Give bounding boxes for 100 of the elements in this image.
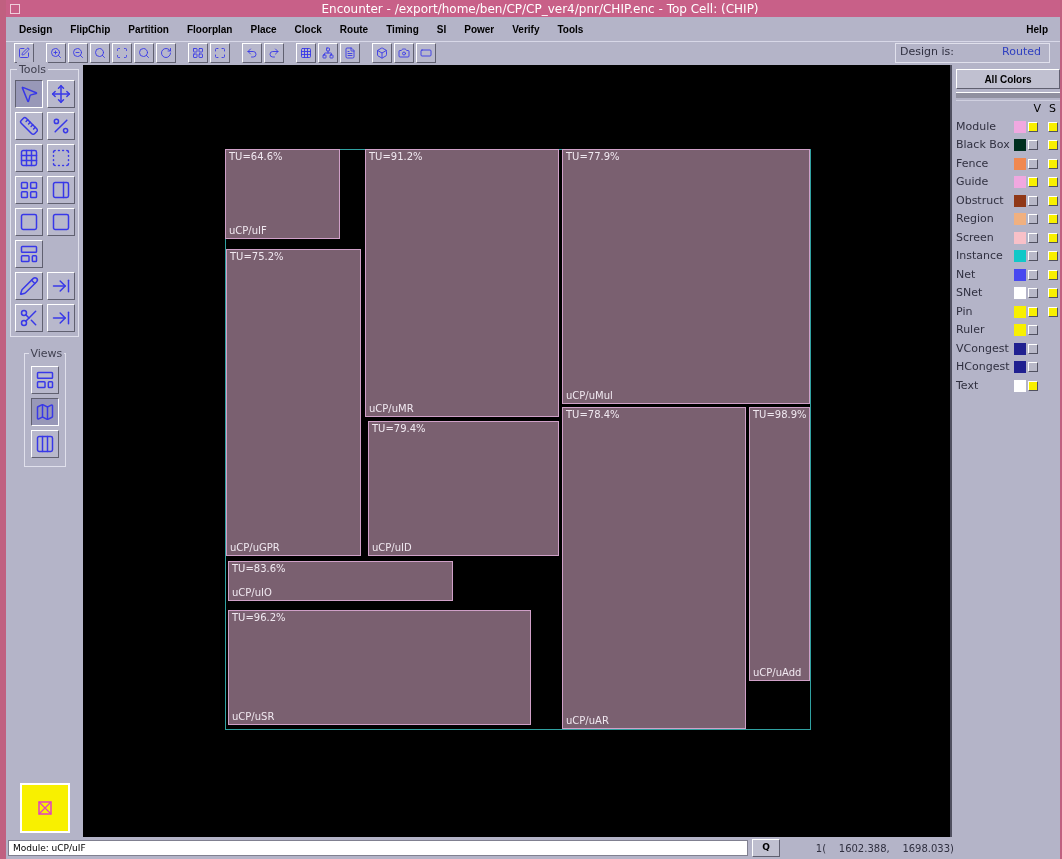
search-icon — [138, 46, 150, 59]
scroll-bar[interactable] — [956, 92, 1060, 98]
checkbox[interactable] — [1048, 251, 1058, 262]
checkbox[interactable] — [1048, 214, 1058, 225]
color-swatch[interactable] — [1014, 157, 1026, 170]
rectangle-icon — [420, 46, 432, 59]
color-swatch[interactable] — [1014, 305, 1026, 318]
color-swatch[interactable] — [1014, 268, 1026, 281]
menu-item[interactable]: SI — [427, 21, 456, 37]
color-swatch[interactable] — [1014, 213, 1026, 226]
visible-column-header: V — [1033, 101, 1041, 117]
color-swatch[interactable] — [1014, 176, 1026, 189]
menu-item[interactable]: Floorplan — [177, 21, 242, 37]
map-icon — [34, 402, 55, 422]
checkbox[interactable] — [1048, 306, 1058, 317]
tool-button[interactable] — [30, 398, 59, 426]
module-block[interactable]: TU=75.2% uCP/uGPR — [226, 249, 361, 556]
checkbox[interactable] — [1028, 380, 1038, 391]
layer-preview[interactable] — [19, 783, 70, 833]
menu-item[interactable]: Design — [10, 21, 62, 37]
menu-item[interactable]: Power — [455, 21, 504, 37]
menu-item[interactable]: Verify — [503, 21, 549, 37]
selectable-column-header: S — [1049, 101, 1056, 117]
all-colors-button[interactable]: All Colors — [956, 69, 1060, 89]
checkbox[interactable] — [1028, 362, 1038, 373]
checkbox[interactable] — [1028, 195, 1038, 206]
color-swatch[interactable] — [1014, 287, 1026, 300]
grid-icon — [19, 148, 39, 168]
grid-icon — [300, 46, 312, 59]
menu-item[interactable]: Route — [330, 21, 378, 37]
checkbox[interactable] — [1048, 195, 1058, 206]
checkbox[interactable] — [1028, 214, 1038, 225]
menu-item[interactable]: Help — [1018, 21, 1056, 37]
layer-label: Obstruct — [956, 192, 1005, 209]
checkbox[interactable] — [1048, 158, 1058, 169]
menu-item[interactable]: Partition — [119, 21, 178, 37]
layout-canvas[interactable]: TU=64.6% uCP/uIF TU=91.2% uCP/uMR TU=77.9% uCP/uMul TU=75.2% uCP/uGPR TU=79.4% uCP/uID TU=78.4% uCP/uAR TU=98.9% uCP/uAdd TU=83.6% uCP/uIO TU=96.2% uCP/uSR — [83, 65, 950, 837]
color-swatch[interactable] — [1014, 139, 1026, 152]
query-button[interactable]: Q — [752, 839, 780, 857]
checkbox[interactable] — [1028, 232, 1038, 243]
status-message-field[interactable]: Module: uCP/uIF — [8, 840, 748, 856]
window-icon — [214, 46, 226, 59]
layout-icon — [19, 244, 39, 264]
network-icon — [322, 46, 334, 59]
checkbox[interactable] — [1048, 288, 1058, 299]
ruler-icon — [19, 116, 39, 136]
layer-label: Screen — [956, 229, 995, 246]
color-swatch[interactable] — [1014, 379, 1026, 392]
checkbox[interactable] — [1028, 325, 1038, 336]
menu-item[interactable]: FlipChip — [61, 21, 120, 37]
checkbox[interactable] — [1028, 343, 1038, 354]
color-swatch[interactable] — [1014, 231, 1026, 244]
design-status-value: Routed — [1001, 44, 1042, 61]
module-block[interactable]: TU=96.2% uCP/uSR — [228, 610, 531, 725]
menu-item[interactable]: Clock — [285, 21, 331, 37]
module-block[interactable]: TU=83.6% uCP/uIO — [228, 561, 453, 601]
window-menu-icon[interactable] — [10, 3, 20, 14]
window-title: Encounter - /export/home/ben/CP/CP_ver4/pnr/CHIP.enc - Top Cell: (CHIP) — [320, 0, 760, 18]
menu-item[interactable]: Tools — [548, 21, 593, 37]
checkbox[interactable] — [1048, 140, 1058, 151]
menu-item[interactable]: Timing — [377, 21, 428, 37]
coordinates-display: 1( 1602.388, 1698.033) — [814, 841, 954, 856]
module-block[interactable]: TU=91.2% uCP/uMR — [365, 149, 559, 417]
checkbox[interactable] — [1028, 121, 1038, 132]
checkbox[interactable] — [1028, 177, 1038, 188]
color-swatch[interactable] — [1014, 250, 1026, 263]
menu-item[interactable]: Place — [241, 21, 286, 37]
grid-icon — [19, 180, 39, 200]
module-block[interactable]: TU=64.6% uCP/uIF — [225, 149, 340, 239]
move-icon — [50, 84, 71, 104]
module-block[interactable]: TU=98.9% uCP/uAdd — [749, 407, 810, 681]
color-swatch[interactable] — [1014, 194, 1026, 207]
checkbox[interactable] — [1028, 251, 1038, 262]
module-name: uCP/uGPR — [230, 542, 281, 554]
checkbox[interactable] — [1028, 140, 1038, 151]
checkbox[interactable] — [1028, 158, 1038, 169]
checkbox[interactable] — [1048, 269, 1058, 280]
utilization-label: TU=91.2% — [369, 151, 424, 163]
color-swatch[interactable] — [1014, 120, 1026, 133]
checkbox[interactable] — [1048, 232, 1058, 243]
utilization-label: TU=79.4% — [372, 423, 427, 435]
checkbox[interactable] — [1028, 306, 1038, 317]
refresh-icon — [160, 46, 172, 59]
tool-button[interactable] — [15, 80, 43, 108]
color-swatch[interactable] — [1014, 324, 1026, 337]
color-swatch[interactable] — [1014, 342, 1026, 355]
module-block[interactable]: TU=79.4% uCP/uID — [368, 421, 559, 556]
module-name: uCP/uMul — [566, 390, 614, 402]
utilization-label: TU=78.4% — [566, 409, 621, 421]
utilization-label: TU=98.9% — [753, 409, 806, 421]
layer-label: Module — [956, 118, 997, 135]
color-swatch[interactable] — [1014, 361, 1026, 374]
panel-icon — [50, 180, 71, 200]
checkbox[interactable] — [1048, 121, 1058, 132]
module-block[interactable]: TU=78.4% uCP/uAR — [562, 407, 746, 729]
search-icon — [94, 46, 106, 59]
grid-icon — [192, 46, 204, 59]
checkbox[interactable] — [1028, 269, 1038, 280]
checkbox[interactable] — [1028, 288, 1038, 299]
checkbox[interactable] — [1048, 177, 1058, 188]
